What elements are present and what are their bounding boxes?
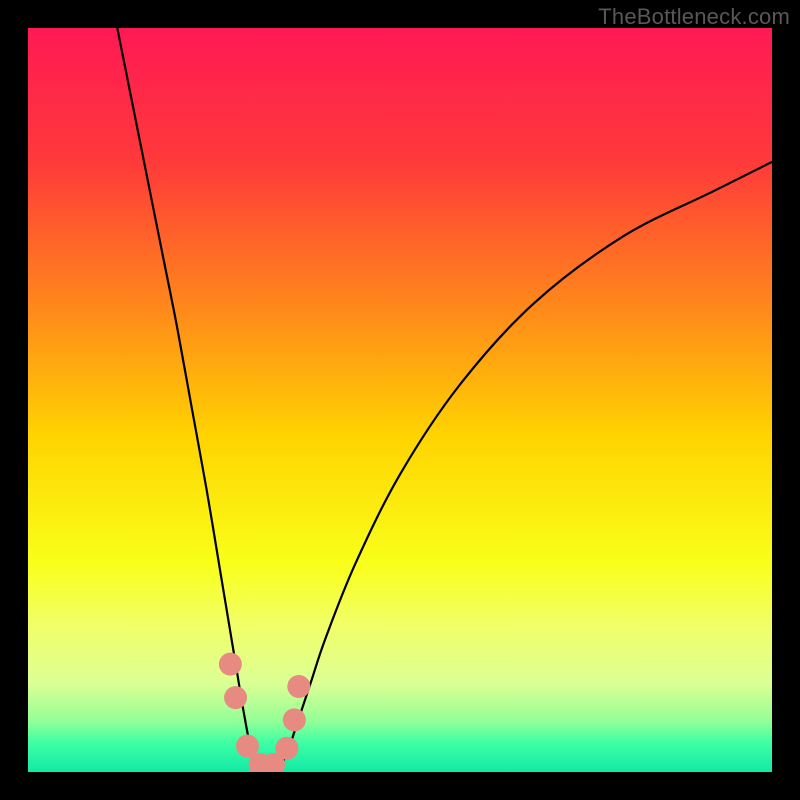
chart-frame: TheBottleneck.com [0,0,800,800]
target-marker [287,675,310,698]
watermark-text: TheBottleneck.com [598,4,790,30]
plot-area [28,28,772,772]
target-marker [224,686,247,709]
target-marker [236,734,259,757]
bottleneck-chart [28,28,772,772]
target-marker [219,653,242,676]
target-marker [275,737,298,760]
target-marker [283,708,306,731]
